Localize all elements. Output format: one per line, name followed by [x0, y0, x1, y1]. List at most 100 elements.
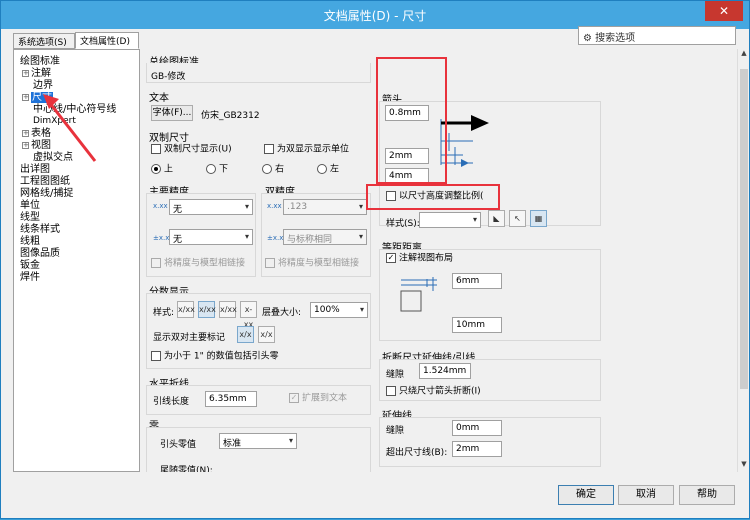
precision-value-icon: x.xx: [153, 202, 168, 210]
arrow-style-label: 样式(S):: [386, 219, 420, 229]
show-dual-marks-label: 显示双对主要标记: [153, 333, 226, 343]
fraction-style-label: 样式:: [153, 308, 175, 318]
dual-position-left-radio[interactable]: 左: [317, 164, 339, 176]
expand-icon[interactable]: +: [22, 69, 29, 77]
arrow-inside-icon[interactable]: ↖: [509, 210, 526, 227]
extension-gap-input[interactable]: 0mm: [452, 420, 502, 436]
chevron-down-icon: ▾: [358, 202, 363, 211]
help-button[interactable]: 帮助: [679, 485, 735, 505]
tree-item-views[interactable]: + 视图: [22, 140, 51, 151]
arrow-smart-icon[interactable]: ▦: [530, 210, 547, 227]
dual-position-bottom-radio[interactable]: 下: [206, 164, 228, 176]
window-title: 文档属性(D) - 尺寸: [323, 9, 427, 23]
dual-show-units-checkbox[interactable]: 为双显示显示单位: [264, 144, 349, 156]
close-button[interactable]: ✕: [705, 1, 743, 21]
leader-length-label: 引线长度: [153, 397, 190, 407]
dual-position-right-radio[interactable]: 右: [262, 164, 284, 176]
font-value: 仿宋_GB2312: [201, 111, 260, 121]
scroll-down-icon[interactable]: ▼: [738, 460, 750, 472]
break-gap-input[interactable]: 1.524mm: [419, 363, 471, 379]
gear-icon: ⚙: [583, 33, 592, 44]
search-input[interactable]: ⚙ 搜索选项: [578, 26, 736, 45]
annotation-highlight-scale-checkbox: [366, 184, 500, 210]
tree-item-tables[interactable]: + 表格: [22, 128, 51, 139]
search-placeholder: 搜索选项: [595, 33, 636, 44]
tree-item-weldments[interactable]: 焊件: [20, 272, 40, 283]
fraction-style-stacked-button[interactable]: x/xx: [198, 301, 216, 318]
chevron-down-icon: ▾: [288, 436, 293, 445]
tree-item-detailing[interactable]: 出详图: [20, 164, 50, 175]
break-gap-label: 缝隙: [386, 370, 405, 380]
dual-dimensions-title: 双制尺寸: [149, 133, 189, 144]
tree-item-sheet-metal[interactable]: 钣金: [20, 260, 40, 271]
chevron-down-icon: ▾: [472, 215, 477, 224]
beyond-dimension-label: 超出尺寸线(B):: [386, 448, 448, 458]
options-tree[interactable]: 绘图标准 + 注解 边界 + 尺寸 中心线/中心符号线 DimXpert + 表格 +…: [13, 49, 140, 472]
cancel-button[interactable]: 取消: [618, 485, 674, 505]
scroll-up-icon[interactable]: ▲: [738, 49, 750, 61]
scrollbar-thumb[interactable]: [740, 69, 748, 389]
break-around-arrows-checkbox[interactable]: 只绕尺寸箭头折断(I): [386, 386, 481, 398]
offset-distance-input-2[interactable]: 10mm: [452, 317, 502, 333]
expand-icon[interactable]: +: [22, 93, 29, 101]
chevron-down-icon: ▾: [244, 232, 249, 241]
tree-item-line-style[interactable]: 线条样式: [20, 224, 60, 235]
options-scrollbar[interactable]: ▲ ▼: [737, 49, 749, 472]
stack-size-label: 层叠大小:: [262, 308, 302, 318]
tree-item-drawing-sheets[interactable]: 工程图图纸: [20, 176, 70, 187]
chevron-down-icon: ▾: [244, 202, 249, 211]
leading-zero-fraction-checkbox[interactable]: 为小于 1" 的数值包括引头零: [151, 351, 279, 363]
tree-item-borders[interactable]: 边界: [33, 80, 53, 91]
dual-position-top-radio[interactable]: 上: [151, 164, 173, 176]
trailing-zeros-label: 尾随零值(N):: [160, 466, 213, 472]
leading-zeros-select[interactable]: 标准 ▾: [219, 433, 297, 449]
extension-gap-label: 缝隙: [386, 426, 405, 436]
dual-precision-select[interactable]: .123 ▾: [283, 199, 367, 215]
font-button[interactable]: 字体(F)...: [151, 105, 193, 121]
primary-tolerance-precision-select[interactable]: 无 ▾: [169, 229, 253, 245]
primary-link-precision-checkbox[interactable]: 将精度与模型相链接: [151, 258, 245, 270]
stack-size-select[interactable]: 100% ▾: [310, 302, 368, 318]
tree-item-dimensions[interactable]: + 尺寸: [22, 92, 53, 103]
dual-tolerance-precision-select[interactable]: 与标称相同 ▾: [283, 229, 367, 245]
title-bar[interactable]: 文档属性(D) - 尺寸 ✕: [1, 1, 749, 29]
overall-standard-value: GB-修改: [151, 72, 186, 82]
tab-document-properties[interactable]: 文档属性(D): [75, 32, 139, 49]
fraction-style-button[interactable]: x/xx: [177, 301, 195, 318]
dual-display-checkbox[interactable]: 双制尺寸显示(U): [151, 144, 232, 156]
ok-button[interactable]: 确定: [558, 485, 614, 505]
tree-item-centerlines[interactable]: 中心线/中心符号线: [33, 104, 116, 115]
leader-length-input[interactable]: 6.35mm: [205, 391, 257, 407]
arrow-style-select[interactable]: ▾: [419, 212, 481, 228]
leading-zeros-label: 引头零值: [160, 440, 197, 450]
offset-distance-input-1[interactable]: 6mm: [452, 273, 502, 289]
expand-icon[interactable]: +: [22, 141, 29, 149]
tree-item-line-font[interactable]: 线型: [20, 212, 40, 223]
offset-preview-diagram: [400, 277, 437, 312]
text-section-title: 文本: [149, 93, 169, 104]
chevron-down-icon: ▾: [358, 232, 363, 241]
beyond-dimension-input[interactable]: 2mm: [452, 441, 502, 457]
chevron-down-icon: ▾: [359, 305, 364, 314]
document-properties-dialog: 文档属性(D) - 尺寸 ✕ 系统选项(S) 文档属性(D) ⚙ 搜索选项 绘图…: [0, 0, 750, 519]
expand-icon[interactable]: +: [22, 129, 29, 137]
tree-item-virtual-sharps[interactable]: 虚拟交点: [33, 152, 73, 163]
tree-item-annotations[interactable]: + 注解: [22, 68, 51, 79]
fraction-style-inline-button[interactable]: x-xx: [240, 301, 257, 329]
tree-item-line-thickness[interactable]: 线粗: [20, 236, 40, 247]
tree-item-grid-snap[interactable]: 网格线/捕捉: [20, 188, 73, 199]
tree-item-units[interactable]: 单位: [20, 200, 40, 211]
primary-precision-select[interactable]: 无 ▾: [169, 199, 253, 215]
extend-to-text-checkbox[interactable]: ✓ 扩展到文本: [289, 393, 347, 405]
fraction-style-diagonal-button[interactable]: x/xx: [219, 301, 237, 318]
dual-marks-stacked-button[interactable]: x/x: [237, 326, 254, 343]
tree-item-drawing-standard[interactable]: 绘图标准: [20, 56, 60, 67]
dual-precision-value-icon: x.xx: [267, 202, 282, 210]
tree-item-dimxpert[interactable]: DimXpert: [33, 116, 76, 127]
tab-system-options[interactable]: 系统选项(S): [13, 33, 75, 49]
dual-marks-diagonal-button[interactable]: x/x: [258, 326, 275, 343]
dual-link-precision-checkbox[interactable]: 将精度与模型相链接: [265, 258, 359, 270]
offset-from-view-layout-checkbox[interactable]: ✓ 注解视图布局: [386, 253, 453, 265]
tree-item-image-quality[interactable]: 图像品质: [20, 248, 60, 259]
arrow-outside-icon[interactable]: ◣: [488, 210, 505, 227]
